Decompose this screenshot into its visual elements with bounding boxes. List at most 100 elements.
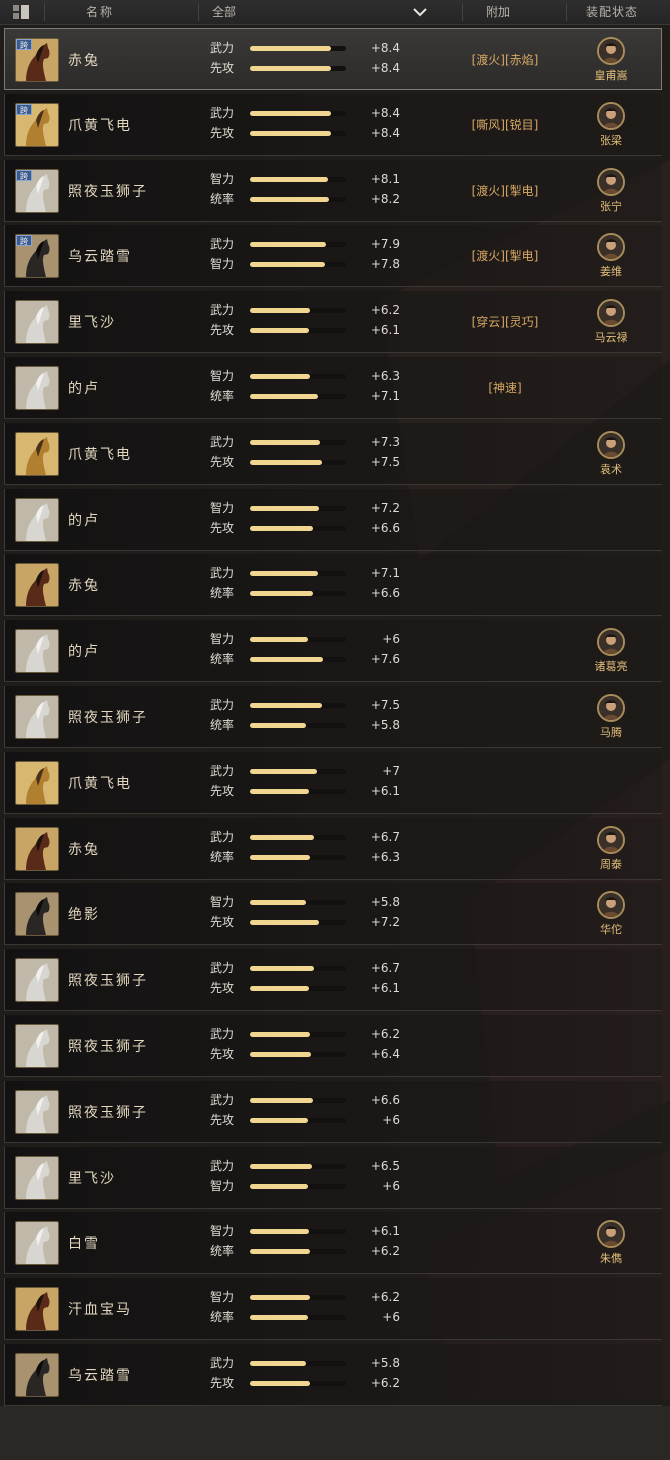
stat-bar-fill — [250, 1295, 310, 1301]
cross-server-badge: 跨 — [16, 39, 32, 50]
stat-value: +8.4 — [370, 41, 400, 55]
horse-name: 爪黄飞电 — [68, 117, 132, 134]
filter-dropdown[interactable]: 全部 — [200, 0, 462, 24]
header-divider — [44, 3, 45, 21]
stat-bar — [250, 571, 346, 577]
general-avatar[interactable] — [597, 891, 625, 920]
stat-label: 武力 — [210, 303, 235, 318]
general-avatar[interactable] — [597, 1220, 625, 1249]
sort-toggle-icon[interactable] — [12, 4, 30, 20]
stat-bar — [250, 703, 346, 708]
horse-row[interactable]: 乌云踏雪 武力 +5.8 先攻 +6.2 — [4, 1344, 662, 1406]
general-avatar[interactable] — [597, 233, 625, 262]
horse-row[interactable]: 照夜玉狮子 武力 +6.6 先攻 +6 — [4, 1080, 662, 1143]
stat-bar-fill — [250, 788, 309, 794]
horse-row[interactable]: 的卢 智力 +6 统率 +7.6 诸葛亮 — [4, 620, 662, 683]
stat-value: +6.2 — [370, 1244, 400, 1259]
horse-row[interactable]: 的卢 智力 +6.3 统率 +7.1 [神速] — [4, 357, 662, 419]
stat-bar-fill — [250, 308, 310, 314]
horse-row[interactable]: 汗血宝马 智力 +6.2 统率 +6 — [4, 1278, 662, 1341]
stat-bar-fill — [250, 986, 309, 992]
general-avatar[interactable] — [597, 167, 625, 196]
horse-row[interactable]: 里飞沙 武力 +6.2 先攻 +6.1 [穿云][灵巧] 马云禄 — [4, 291, 662, 354]
horse-row[interactable]: 白雪 智力 +6.1 统率 +6.2 朱儁 — [4, 1212, 662, 1275]
horse-row[interactable]: 跨照夜玉狮子 智力 +8.1 统率 +8.2 [渡火][掣电] 张宁 — [4, 159, 662, 222]
cross-server-badge: 跨 — [16, 235, 32, 247]
stat-bar-fill — [250, 854, 310, 860]
stat-line: 武力 +6.7 — [210, 960, 400, 976]
horse-icon — [16, 893, 58, 936]
stat-value: +5.8 — [370, 895, 400, 910]
stat-bar — [250, 1052, 346, 1057]
stat-value: +6.6 — [370, 520, 400, 535]
horse-row[interactable]: 照夜玉狮子 武力 +6.7 先攻 +6.1 — [4, 949, 662, 1012]
stat-label: 统率 — [210, 718, 235, 732]
horse-row[interactable]: 照夜玉狮子 武力 +6.2 先攻 +6.4 — [4, 1015, 662, 1077]
general-portrait-icon — [599, 103, 623, 128]
horse-icon — [16, 959, 58, 1002]
stat-value: +6 — [382, 1178, 400, 1193]
stat-bar — [250, 130, 346, 136]
stat-bar-fill — [250, 571, 318, 577]
horse-row[interactable]: 赤兔 武力 +7.1 统率 +6.6 — [4, 554, 662, 617]
stat-line: 智力 +7.8 — [210, 256, 400, 272]
stat-bar-fill — [250, 439, 320, 445]
horse-icon — [16, 1156, 58, 1199]
horse-row[interactable]: 跨赤兔 武力 +8.4 先攻 +8.4 [渡火][赤焰] 皇甫嵩 — [4, 28, 662, 90]
extra-traits: [嘶风][锐目] — [471, 117, 539, 132]
general-avatar[interactable] — [597, 825, 625, 854]
horse-icon — [16, 696, 58, 738]
general-name: 诸葛亮 — [594, 660, 628, 674]
general-avatar[interactable] — [597, 299, 625, 328]
stat-label: 先攻 — [210, 1047, 235, 1061]
general-avatar[interactable] — [597, 101, 625, 130]
stat-bar — [250, 854, 346, 860]
stat-label: 智力 — [210, 1290, 235, 1305]
horse-row[interactable]: 跨爪黄飞电 武力 +8.4 先攻 +8.4 [嘶风][锐目] 张梁 — [4, 93, 662, 156]
column-header-name[interactable]: 名称 — [86, 0, 126, 24]
stat-label: 统率 — [210, 586, 235, 601]
stat-bar — [250, 900, 346, 906]
horse-row[interactable]: 照夜玉狮子 武力 +7.5 统率 +5.8 马腾 — [4, 686, 662, 748]
general-avatar[interactable] — [597, 628, 625, 657]
stat-bar — [250, 657, 346, 663]
general-avatar[interactable] — [597, 37, 625, 65]
stat-label: 先攻 — [210, 454, 235, 469]
stat-value: +6 — [382, 1310, 400, 1325]
horse-thumbnail — [15, 563, 59, 608]
stat-bar-fill — [250, 196, 329, 202]
stat-line: 武力 +8.4 — [210, 105, 400, 121]
horse-icon — [16, 1090, 58, 1133]
general-avatar[interactable] — [597, 694, 625, 722]
filter-value: 全部 — [212, 5, 237, 19]
stat-bar-fill — [250, 1229, 309, 1235]
column-header-extra: 附加 — [486, 5, 511, 19]
stat-value: +6.2 — [370, 1376, 400, 1390]
stat-bar-fill — [250, 66, 331, 71]
general-portrait-icon — [599, 893, 623, 918]
general-name: 袁术 — [600, 462, 622, 476]
horse-row[interactable]: 爪黄飞电 武力 +7 先攻 +6.1 — [4, 751, 662, 814]
stat-bar-fill — [250, 328, 309, 334]
horse-row[interactable]: 绝影 智力 +5.8 先攻 +7.2 华佗 — [4, 883, 662, 946]
stat-value: +7.8 — [370, 257, 400, 272]
stat-label: 武力 — [210, 105, 235, 120]
horse-thumbnail — [15, 1024, 59, 1068]
stat-line: 统率 +6 — [210, 1309, 400, 1325]
stat-label: 先攻 — [210, 61, 235, 75]
horse-row[interactable]: 赤兔 武力 +6.7 统率 +6.3 周泰 — [4, 817, 662, 880]
general-avatar[interactable] — [597, 430, 625, 459]
stat-line: 智力 +6 — [210, 631, 400, 647]
horse-row[interactable]: 爪黄飞电 武力 +7.3 先攻 +7.5 袁术 — [4, 422, 662, 485]
horse-row[interactable]: 里飞沙 武力 +6.5 智力 +6 — [4, 1146, 662, 1209]
stat-value: +6 — [382, 1112, 400, 1127]
stat-bar — [250, 788, 346, 794]
stat-line: 统率 +7.6 — [210, 651, 400, 667]
horse-row[interactable]: 跨乌云踏雪 武力 +7.9 智力 +7.8 [渡火][掣电] 姜维 — [4, 225, 662, 288]
stat-bar-fill — [250, 1361, 306, 1366]
horse-row[interactable]: 的卢 智力 +7.2 先攻 +6.6 — [4, 488, 662, 551]
stat-bar-fill — [250, 1117, 308, 1123]
header-divider — [462, 3, 463, 21]
stat-bar — [250, 46, 346, 51]
stat-line: 先攻 +8.4 — [210, 125, 400, 141]
